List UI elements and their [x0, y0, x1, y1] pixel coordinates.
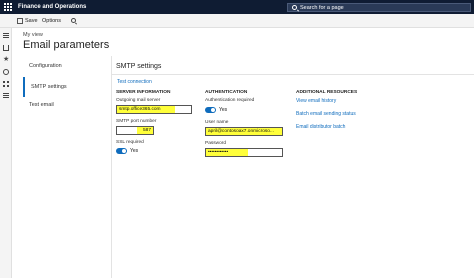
username-label: User name: [205, 120, 229, 125]
ssl-required-value: Yes: [130, 148, 139, 154]
action-bar: Save Options: [0, 14, 474, 28]
authentication-required-label: Authentication required: [205, 98, 255, 103]
tab-smtp-settings[interactable]: SMTP settings: [23, 77, 111, 97]
search-icon: [292, 5, 297, 10]
smtp-port-field[interactable]: 587: [116, 126, 154, 135]
nav-rail: ★: [0, 28, 12, 278]
home-icon[interactable]: [3, 45, 9, 51]
authentication-required-toggle[interactable]: [205, 107, 216, 113]
password-label: Password: [205, 141, 227, 146]
password-field[interactable]: ••••••••••••: [205, 148, 283, 157]
username-value: april@contosoax7.onmicroso...: [208, 129, 274, 134]
modules-icon[interactable]: [3, 93, 9, 99]
options-button[interactable]: Options: [42, 18, 61, 24]
authentication-heading: AUTHENTICATION: [205, 90, 248, 95]
view-email-history-link[interactable]: View email history: [296, 98, 336, 104]
hamburger-icon[interactable]: [3, 33, 9, 39]
additional-resources-heading: ADDITIONAL RESOURCES: [296, 90, 358, 95]
section-divider: [112, 74, 474, 75]
favorites-icon[interactable]: ★: [3, 56, 9, 63]
ssl-required-toggle[interactable]: [116, 148, 127, 154]
smtp-port-value: 587: [142, 128, 151, 133]
tab-configuration[interactable]: Configuration: [23, 56, 111, 76]
recent-icon[interactable]: [3, 69, 9, 75]
breadcrumb[interactable]: My view: [23, 32, 43, 39]
server-info-heading: SERVER INFORMATION: [116, 90, 171, 95]
find-icon[interactable]: [71, 18, 76, 23]
tab-divider: [111, 56, 112, 278]
password-value: ••••••••••••: [208, 150, 229, 155]
save-icon[interactable]: [17, 18, 23, 24]
authentication-required-value: Yes: [219, 107, 228, 113]
app-launcher-icon[interactable]: [4, 3, 12, 11]
outgoing-server-value: smtp.office365.com: [119, 107, 161, 112]
save-button[interactable]: Save: [25, 18, 38, 24]
section-title: SMTP settings: [116, 63, 162, 70]
app-title: Finance and Operations: [18, 4, 87, 10]
ssl-required-label: SSL required: [116, 140, 144, 145]
test-connection-link[interactable]: Test connection: [117, 79, 152, 85]
email-distributor-batch-link[interactable]: Email distributor batch: [296, 124, 345, 130]
outgoing-server-label: Outgoing mail server: [116, 98, 161, 103]
workspaces-icon[interactable]: [3, 81, 9, 87]
top-nav-bar: Finance and Operations Search for a page: [0, 0, 474, 14]
smtp-port-label: SMTP port number: [116, 119, 157, 124]
batch-email-status-link[interactable]: Batch email sending status: [296, 111, 356, 117]
search-placeholder: Search for a page: [300, 5, 344, 11]
tab-test-email[interactable]: Test email: [23, 95, 111, 115]
username-field[interactable]: april@contosoax7.onmicroso...: [205, 127, 283, 136]
page-title: Email parameters: [23, 39, 110, 51]
search-box[interactable]: Search for a page: [287, 3, 471, 12]
outgoing-server-field[interactable]: smtp.office365.com: [116, 105, 192, 114]
